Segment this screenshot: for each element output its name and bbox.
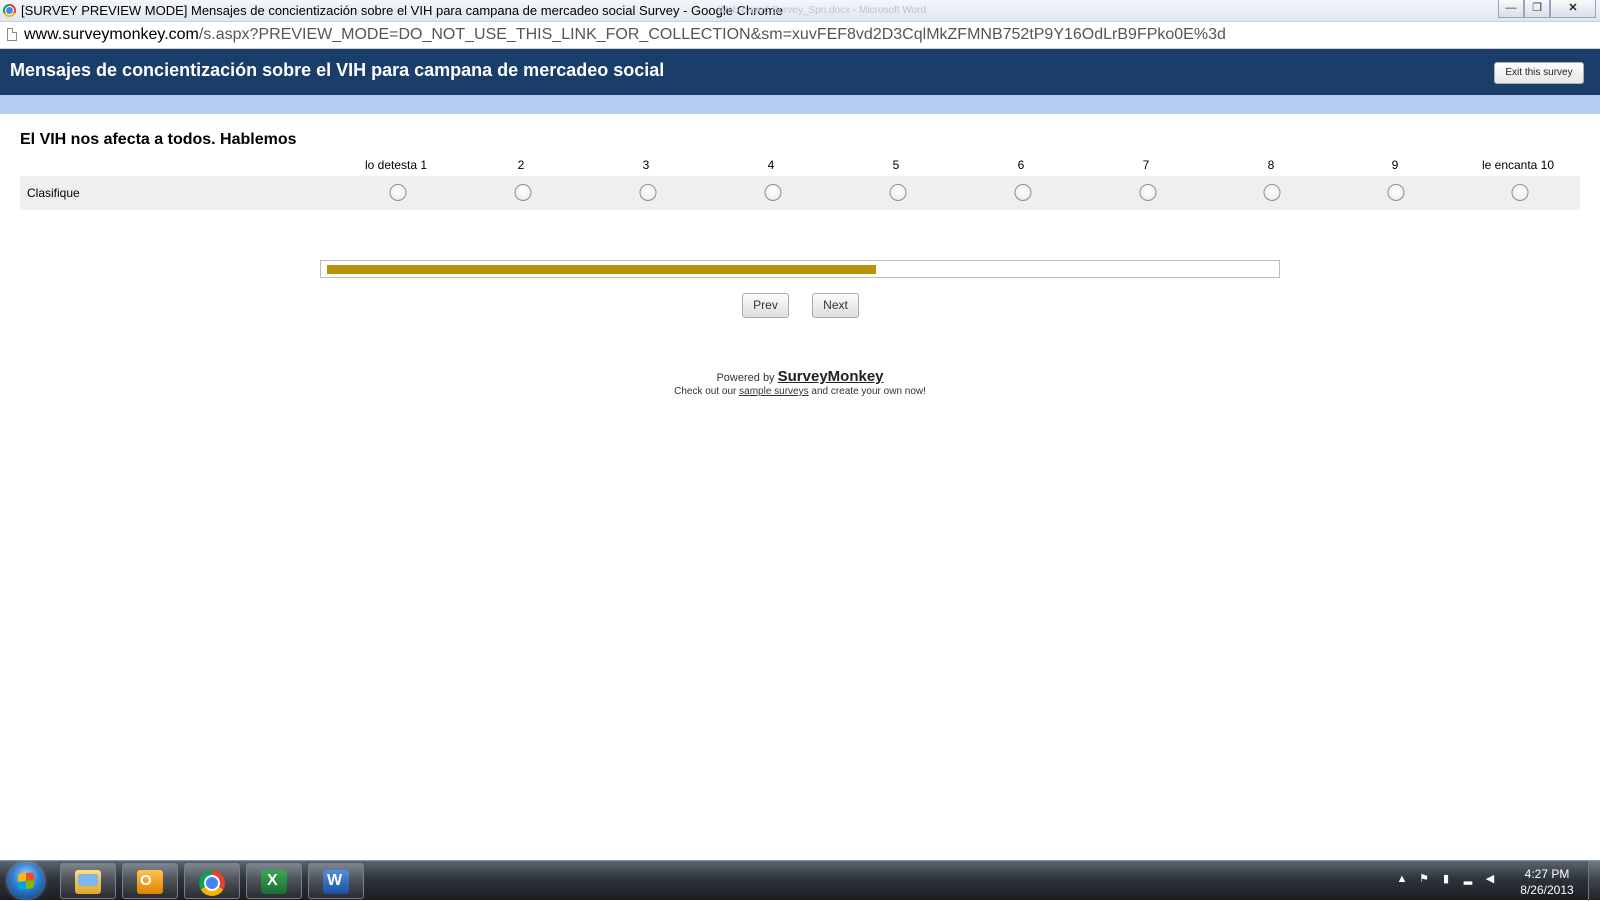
rating-radio-10[interactable] [1511, 184, 1529, 201]
survey-header: Mensajes de concientización sobre el VIH… [0, 49, 1600, 95]
taskbar-explorer[interactable] [60, 863, 116, 899]
windows-explorer-icon [75, 870, 101, 894]
chrome-icon [199, 870, 225, 896]
maximize-button[interactable]: ❐ [1524, 0, 1550, 18]
scale-label-7: 7 [1142, 158, 1150, 172]
page-icon [7, 28, 17, 41]
rating-radio-3[interactable] [639, 184, 657, 201]
volume-muted-icon[interactable]: ◀ [1484, 873, 1496, 885]
rating-radio-2[interactable] [514, 184, 532, 201]
url-text[interactable]: www.surveymonkey.com/s.aspx?PREVIEW_MODE… [24, 22, 1226, 48]
minimize-button[interactable]: — [1498, 0, 1524, 18]
checkout-prefix: Check out our [674, 386, 737, 397]
scale-label-10: le encanta 10 [1481, 158, 1555, 172]
excel-icon [261, 870, 287, 894]
clock-time: 4:27 PM [1524, 867, 1570, 881]
scale-label-5: 5 [892, 158, 900, 172]
next-button[interactable]: Next [812, 293, 859, 318]
scale-label-2: 2 [517, 158, 525, 172]
checkout-suffix: and create your own now! [811, 386, 926, 397]
progress-bar [320, 260, 1280, 278]
rating-radio-5[interactable] [889, 184, 907, 201]
scale-label-1: lo detesta 1 [364, 158, 428, 172]
scale-label-6: 6 [1017, 158, 1025, 172]
rating-row [20, 176, 1580, 210]
outlook-icon [137, 870, 163, 894]
scale-label-9: 9 [1391, 158, 1399, 172]
rating-radio-4[interactable] [764, 184, 782, 201]
scale-label-4: 4 [767, 158, 775, 172]
rating-scale-header: lo detesta 1 2 3 4 5 6 7 8 9 le encanta … [0, 158, 1600, 174]
rating-radio-1[interactable] [389, 184, 407, 201]
survey-title: Mensajes de concientización sobre el VIH… [10, 60, 665, 80]
prev-button[interactable]: Prev [742, 293, 789, 318]
start-button[interactable] [8, 863, 44, 899]
url-host: www.surveymonkey.com [24, 26, 199, 43]
window-controls: — ❐ ✕ [1498, 0, 1596, 20]
tray-expand-icon[interactable]: ▲ [1396, 873, 1408, 885]
rating-radio-7[interactable] [1139, 184, 1157, 201]
action-center-flag-icon[interactable]: ⚑ [1418, 873, 1430, 885]
rating-radio-9[interactable] [1387, 184, 1405, 201]
row-label: Clasifique [27, 186, 80, 200]
background-window-title: Web-based Survey_Spn.docx - Microsoft Wo… [718, 5, 927, 16]
system-tray: ▲ ⚑ ▮ ▂ ◀ [1396, 873, 1496, 885]
powered-by: Powered by SurveyMonkey [0, 368, 1600, 385]
question-title: El VIH nos afecta a todos. Hablemos [20, 131, 297, 148]
exit-survey-button[interactable]: Exit this survey [1494, 62, 1584, 84]
close-button[interactable]: ✕ [1550, 0, 1596, 18]
url-path: /s.aspx?PREVIEW_MODE=DO_NOT_USE_THIS_LIN… [198, 26, 1226, 43]
scale-label-3: 3 [642, 158, 650, 172]
show-desktop-button[interactable] [1588, 861, 1600, 901]
header-strip [0, 95, 1600, 114]
powered-by-text: Powered by [716, 372, 775, 384]
taskbar-outlook[interactable] [122, 863, 178, 899]
browser-title-bar: [SURVEY PREVIEW MODE] Mensajes de concie… [0, 0, 1600, 22]
taskbar-clock[interactable]: 4:27 PM 8/26/2013 [1512, 866, 1582, 898]
power-icon[interactable]: ▮ [1440, 873, 1452, 885]
taskbar-word[interactable] [308, 863, 364, 899]
taskbar: ▲ ⚑ ▮ ▂ ◀ 4:27 PM 8/26/2013 [0, 860, 1600, 901]
taskbar-excel[interactable] [246, 863, 302, 899]
chrome-logo-icon [3, 4, 16, 17]
progress-bar-fill [327, 265, 876, 274]
rating-radio-8[interactable] [1263, 184, 1281, 201]
surveymonkey-link[interactable]: SurveyMonkey [778, 368, 884, 385]
windows-logo-icon [18, 872, 34, 890]
word-icon [323, 870, 349, 894]
scale-label-8: 8 [1267, 158, 1275, 172]
network-signal-icon[interactable]: ▂ [1462, 873, 1474, 885]
sample-surveys-link[interactable]: sample surveys [739, 386, 808, 397]
rating-radio-6[interactable] [1014, 184, 1032, 201]
window-title: [SURVEY PREVIEW MODE] Mensajes de concie… [21, 3, 783, 18]
checkout-line: Check out our sample surveys and create … [0, 386, 1600, 397]
address-bar[interactable]: www.surveymonkey.com/s.aspx?PREVIEW_MODE… [0, 22, 1600, 49]
clock-date: 8/26/2013 [1520, 883, 1574, 897]
taskbar-chrome[interactable] [184, 863, 240, 899]
